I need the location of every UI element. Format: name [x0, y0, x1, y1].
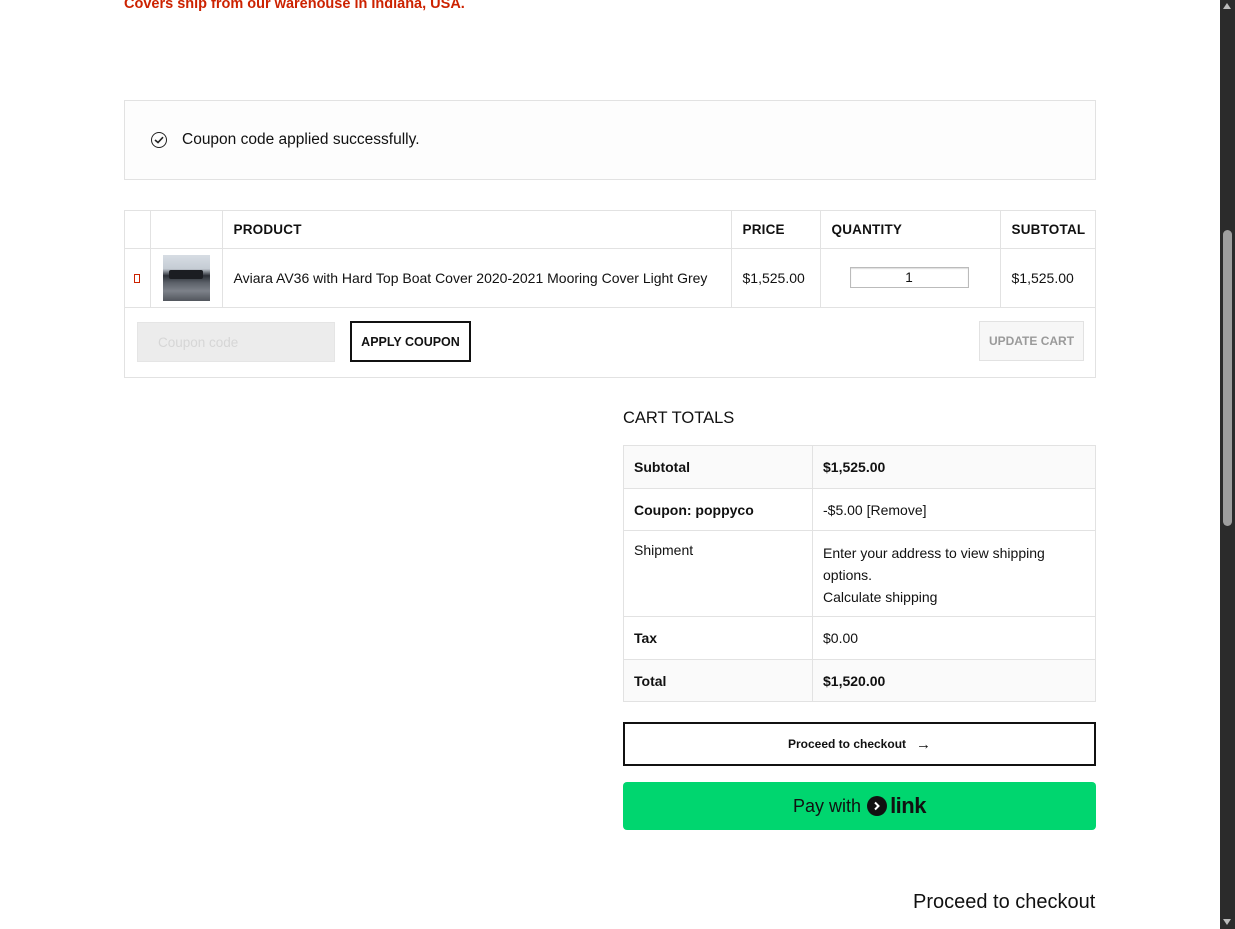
- cart-header-row: PRODUCT PRICE QUANTITY SUBTOTAL: [125, 211, 1095, 249]
- header-thumbnail: [150, 211, 223, 249]
- calculate-shipping-link[interactable]: Calculate shipping: [823, 586, 1085, 608]
- tax-row: Tax $0.00: [623, 616, 1096, 660]
- remove-item-icon[interactable]: [134, 273, 141, 283]
- subtotal-label: Subtotal: [623, 445, 813, 489]
- cart-actions: APPLY COUPON UPDATE CART: [125, 307, 1095, 377]
- product-thumbnail[interactable]: [162, 254, 210, 301]
- proceed-to-checkout-heading: Proceed to checkout: [913, 891, 1096, 913]
- header-product: PRODUCT: [222, 211, 732, 249]
- total-label: Total: [623, 659, 813, 702]
- tax-value: $0.00: [812, 616, 1096, 660]
- header-quantity: QUANTITY: [820, 211, 1001, 249]
- coupon-code-input[interactable]: [137, 322, 335, 362]
- product-subtotal: $1,525.00: [1000, 248, 1095, 308]
- cart-table-container: PRODUCT PRICE QUANTITY SUBTOTAL Aviara A…: [124, 210, 1096, 378]
- header-price: PRICE: [731, 211, 821, 249]
- vertical-scrollbar[interactable]: [1220, 0, 1235, 929]
- total-value: $1,520.00: [812, 659, 1096, 702]
- shipping-notice: Covers ship from our warehouse in Indian…: [124, 0, 465, 12]
- proceed-to-checkout-button[interactable]: Proceed to checkout →: [623, 722, 1096, 766]
- apply-coupon-button[interactable]: APPLY COUPON: [350, 321, 471, 362]
- product-name-link[interactable]: Aviara AV36 with Hard Top Boat Cover 202…: [222, 248, 732, 308]
- checkout-label: Proceed to checkout: [787, 737, 907, 751]
- pay-with-text: Pay with: [793, 795, 862, 816]
- coupon-row: Coupon: poppyco -$5.00 [Remove]: [623, 488, 1096, 531]
- remove-cell: [125, 248, 151, 308]
- scroll-down-arrow-icon[interactable]: [1223, 919, 1231, 925]
- shipment-label: Shipment: [623, 530, 813, 617]
- product-price: $1,525.00: [731, 248, 821, 308]
- coupon-label: Coupon: poppyco: [623, 488, 813, 531]
- coupon-success-message: Coupon code applied successfully.: [124, 100, 1096, 180]
- shipment-note-line2: options.: [823, 567, 873, 583]
- coupon-cell: -$5.00 [Remove]: [812, 488, 1096, 531]
- subtotal-value: $1,525.00: [812, 445, 1096, 489]
- cart-table: PRODUCT PRICE QUANTITY SUBTOTAL Aviara A…: [125, 211, 1095, 308]
- message-text: Coupon code applied successfully.: [182, 131, 420, 148]
- update-cart-button[interactable]: UPDATE CART: [979, 321, 1084, 361]
- shipment-cell: Enter your address to view shipping opti…: [812, 530, 1096, 617]
- header-subtotal: SUBTOTAL: [1000, 211, 1095, 249]
- thumbnail-cell: [150, 248, 223, 308]
- shipment-note-line1: Enter your address to view shipping: [823, 545, 1045, 561]
- scrollbar-thumb[interactable]: [1223, 230, 1232, 526]
- quantity-cell: [820, 248, 1001, 308]
- header-remove: [125, 211, 151, 249]
- cart-totals-table: Subtotal $1,525.00 Coupon: poppyco -$5.0…: [623, 445, 1096, 702]
- link-brand-text: link: [890, 793, 926, 818]
- coupon-discount: -$5.00: [823, 502, 863, 518]
- link-logo-icon: [867, 796, 888, 816]
- tax-label: Tax: [623, 616, 813, 660]
- cart-totals-title: CART TOTALS: [623, 409, 735, 427]
- check-circle-icon: [151, 132, 167, 148]
- scroll-up-arrow-icon[interactable]: [1223, 3, 1231, 9]
- quantity-input[interactable]: [849, 267, 969, 288]
- remove-coupon-link[interactable]: [Remove]: [867, 502, 927, 518]
- cart-item-row: Aviara AV36 with Hard Top Boat Cover 202…: [125, 248, 1095, 308]
- shipment-row: Shipment Enter your address to view ship…: [623, 530, 1096, 617]
- subtotal-row: Subtotal $1,525.00: [623, 445, 1096, 489]
- pay-with-link-button[interactable]: Pay with link: [623, 782, 1096, 830]
- arrow-right-icon: →: [916, 735, 932, 753]
- total-row: Total $1,520.00: [623, 659, 1096, 702]
